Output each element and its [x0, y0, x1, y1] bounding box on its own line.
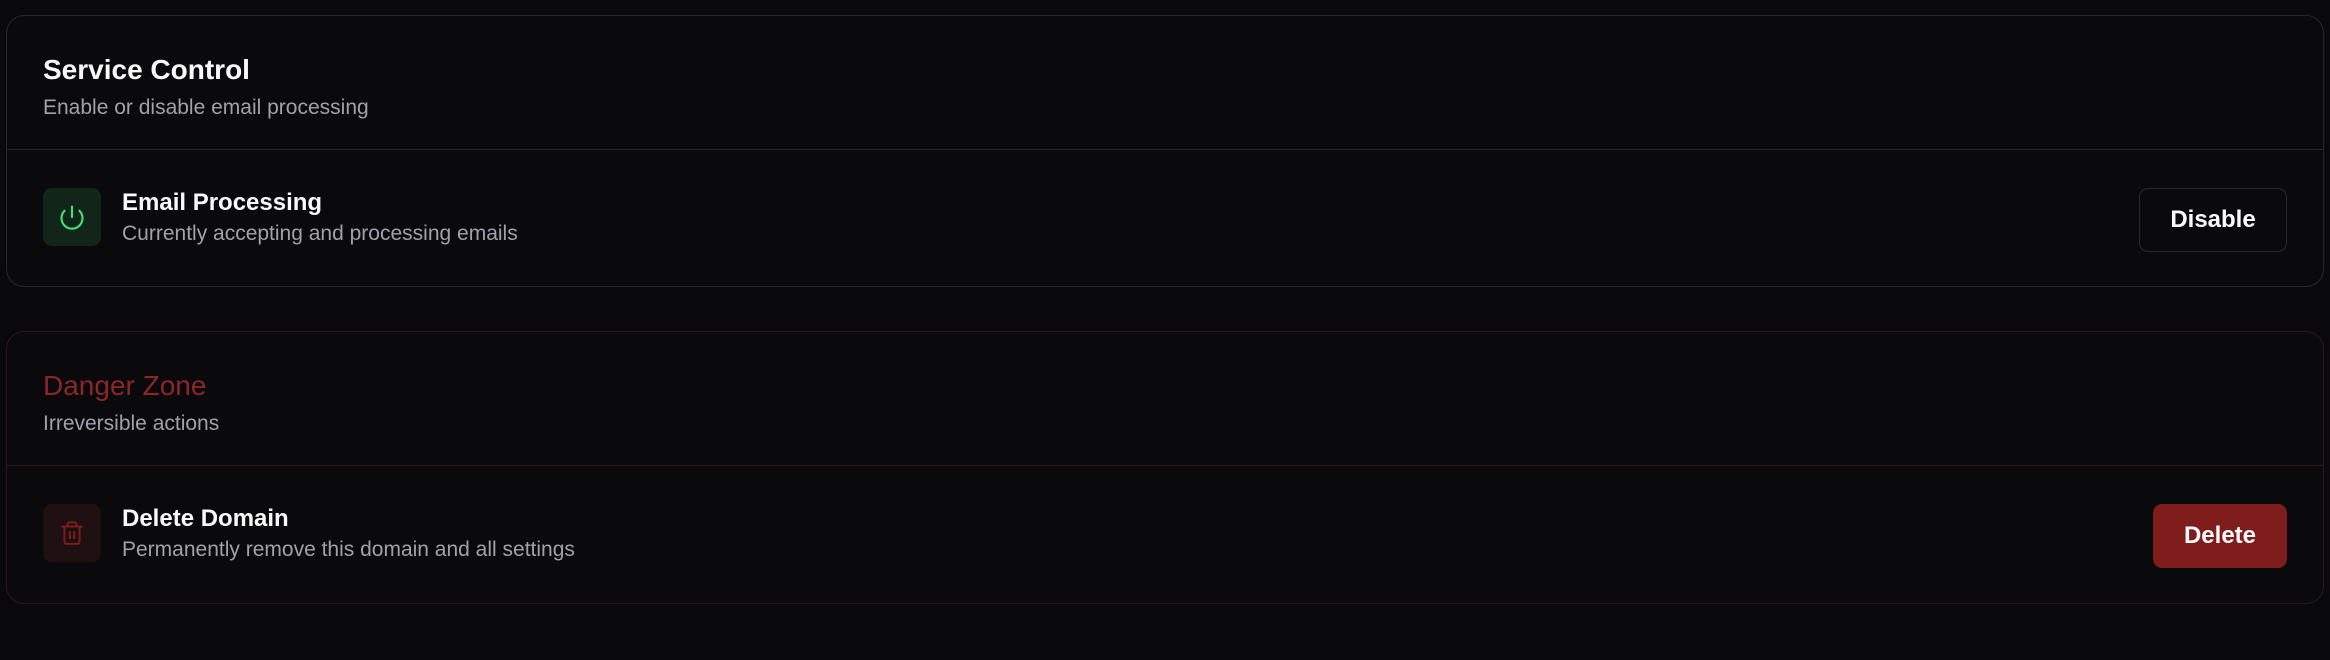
delete-domain-title: Delete Domain	[122, 505, 289, 532]
email-processing-text: Email Processing Currently accepting and…	[122, 188, 518, 248]
email-processing-title: Email Processing	[122, 189, 323, 216]
trash-icon	[43, 504, 101, 562]
delete-domain-row: Delete Domain Permanently remove this do…	[7, 466, 2323, 602]
danger-zone-title: Danger Zone	[43, 370, 207, 401]
danger-zone-card: Danger Zone Irreversible actions Delete …	[6, 331, 2324, 604]
service-control-description: Enable or disable email processing	[43, 96, 369, 119]
disable-button[interactable]: Disable	[2139, 188, 2287, 252]
danger-zone-header: Danger Zone Irreversible actions	[7, 332, 2323, 466]
danger-zone-description: Irreversible actions	[43, 412, 220, 435]
power-icon	[43, 188, 101, 246]
delete-domain-description: Permanently remove this domain and all s…	[122, 538, 575, 561]
delete-button[interactable]: Delete	[2153, 504, 2287, 568]
delete-domain-text: Delete Domain Permanently remove this do…	[122, 504, 575, 564]
service-control-card: Service Control Enable or disable email …	[6, 15, 2324, 287]
service-control-title: Service Control	[43, 54, 250, 85]
email-processing-row: Email Processing Currently accepting and…	[7, 150, 2323, 286]
service-control-header: Service Control Enable or disable email …	[7, 16, 2323, 150]
email-processing-description: Currently accepting and processing email…	[122, 222, 518, 245]
